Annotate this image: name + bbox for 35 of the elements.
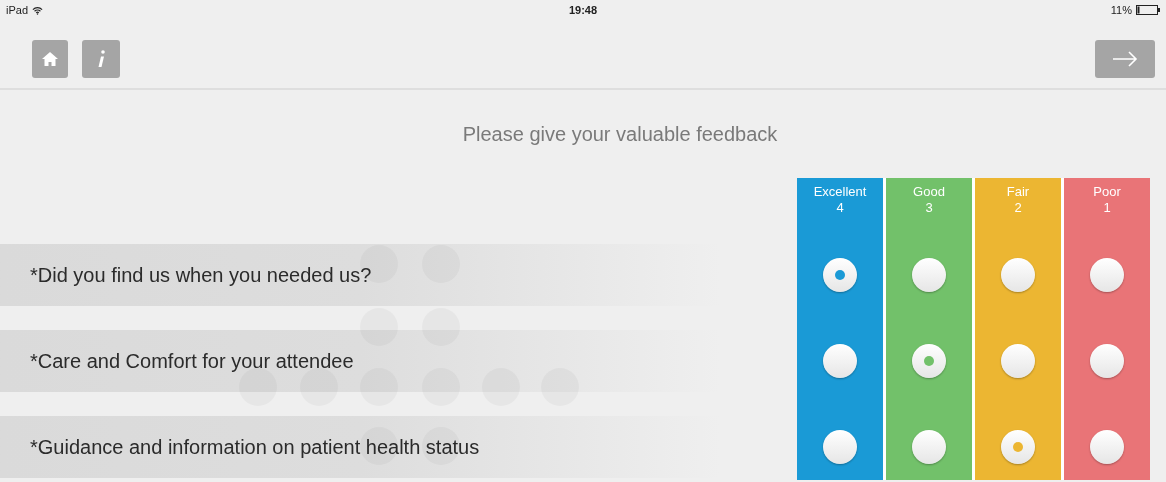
radio-button[interactable] [823,258,857,292]
radio-button[interactable] [823,430,857,464]
arrow-right-icon [1112,51,1138,67]
clock: 19:48 [568,2,598,18]
rating-label: Excellent [813,184,867,200]
question-text: *Did you find us when you needed us? [30,263,372,288]
question-text: *Care and Comfort for your attendee [30,349,354,374]
question-text: *Guidance and information on patient health status [30,435,480,460]
next-button[interactable] [1095,40,1155,78]
radio-button[interactable] [1001,430,1035,464]
rating-score: 3 [925,200,933,216]
battery-icon [1136,5,1160,15]
wifi-icon [32,5,44,15]
rating-label: Poor [1093,184,1121,200]
rating-score: 1 [1103,200,1111,216]
home-button[interactable] [32,40,68,78]
info-button[interactable] [82,40,120,78]
radio-button[interactable] [1090,344,1124,378]
radio-button[interactable] [1090,430,1124,464]
device-name: iPad [6,2,29,18]
radio-button[interactable] [823,344,857,378]
radio-button[interactable] [1090,258,1124,292]
rating-score: 2 [1014,200,1022,216]
radio-button[interactable] [1001,344,1035,378]
rating-label: Good [913,184,945,200]
info-icon [96,49,106,69]
page-title: Please give your valuable feedback [462,122,778,147]
radio-button[interactable] [1001,258,1035,292]
home-icon [41,51,59,67]
radio-button[interactable] [912,430,946,464]
radio-button[interactable] [912,344,946,378]
rating-label: Fair [1006,184,1030,200]
battery-percentage: 11% [1110,2,1132,18]
radio-button[interactable] [912,258,946,292]
rating-score: 4 [836,200,844,216]
